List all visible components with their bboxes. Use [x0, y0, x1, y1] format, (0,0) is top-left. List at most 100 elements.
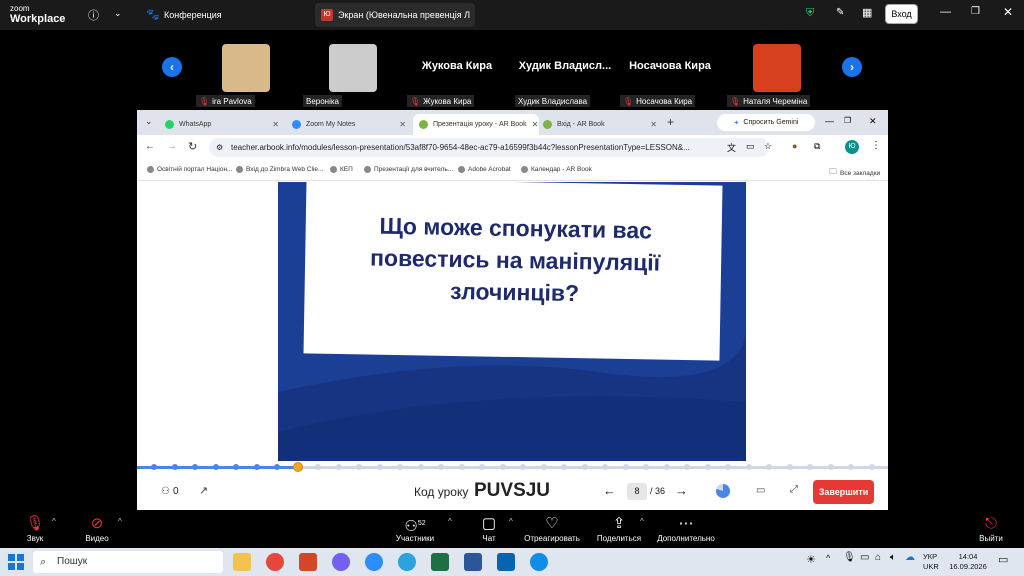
close-icon[interactable]: ✕: [869, 116, 877, 127]
file-explorer-icon[interactable]: [233, 553, 251, 571]
chevron-down-icon[interactable]: ⌄: [114, 8, 122, 19]
progress-step-dot[interactable]: [581, 464, 588, 470]
telegram-icon[interactable]: [398, 553, 416, 571]
progress-step-dot[interactable]: [622, 464, 629, 470]
tab-list-icon[interactable]: ⌄: [145, 116, 153, 127]
more-button[interactable]: ⋯ Дополнительно: [651, 514, 721, 543]
next-slide-icon[interactable]: →: [675, 483, 688, 498]
taskbar-search[interactable]: ⌕ Пошук: [33, 551, 223, 573]
progress-step-dot[interactable]: [766, 464, 772, 470]
progress-step-dot[interactable]: [479, 464, 485, 470]
audio-button[interactable]: 🎙︎ Звук: [0, 514, 70, 543]
notification-icon[interactable]: ▭: [998, 553, 1008, 566]
chrome-icon[interactable]: [266, 553, 284, 571]
language-indicator[interactable]: УКР UKR: [923, 552, 939, 572]
progress-step-dot[interactable]: [397, 464, 403, 470]
monitor-icon[interactable]: ▭: [756, 485, 765, 496]
bookmark-item[interactable]: Освітній портал Націон...: [147, 166, 232, 173]
restore-icon[interactable]: ❐: [844, 116, 851, 125]
tray-overflow-icon[interactable]: ^: [826, 553, 830, 563]
progress-step-dot[interactable]: [786, 464, 793, 470]
shield-icon[interactable]: ⛨: [806, 7, 814, 20]
progress-step-dot[interactable]: [643, 464, 649, 470]
close-tab-icon[interactable]: ✕: [399, 120, 406, 129]
browser-tab[interactable]: Презентація уроку - AR Book ✕: [413, 114, 539, 135]
video-caret-icon[interactable]: ^: [118, 517, 122, 526]
progress-step-dot[interactable]: [233, 464, 239, 470]
participant-tile[interactable]: Вероніка: [303, 42, 403, 107]
mic-icon[interactable]: 🎙︎: [843, 552, 856, 563]
back-icon[interactable]: ←: [145, 141, 155, 152]
progress-step-dot[interactable]: [499, 464, 506, 470]
progress-step-dot[interactable]: [725, 464, 731, 470]
signin-button[interactable]: Вход: [885, 4, 918, 24]
bookmark-item[interactable]: Календар - AR Book: [521, 166, 592, 173]
progress-step-dot[interactable]: [848, 464, 854, 470]
network-icon[interactable]: ⌂: [875, 552, 881, 563]
next-page-icon[interactable]: ›: [842, 57, 862, 77]
zoom-icon[interactable]: [365, 553, 383, 571]
minimize-icon[interactable]: —: [825, 116, 834, 126]
progress-step-dot[interactable]: [438, 464, 444, 470]
participant-tile[interactable]: Носачова Кира 🎙︎ Носачова Кира: [620, 42, 720, 107]
cast-icon[interactable]: ▭: [746, 141, 755, 152]
menu-icon[interactable]: ⋮: [871, 140, 881, 151]
progress-step-dot[interactable]: [520, 464, 526, 470]
react-button[interactable]: ♡ Отреагировать: [517, 514, 587, 543]
progress-step-dot[interactable]: [315, 464, 321, 470]
progress-step-dot[interactable]: [335, 464, 342, 470]
progress-step-dot[interactable]: [602, 464, 608, 470]
windows-start-icon[interactable]: [8, 554, 24, 570]
chat-button[interactable]: ▢ Чат: [454, 514, 524, 543]
word-icon[interactable]: [464, 553, 482, 571]
bookmark-item[interactable]: КЕП: [330, 166, 353, 173]
translate-icon[interactable]: 文: [727, 141, 736, 154]
participant-tile[interactable]: 🎙︎ ira Pavlova: [196, 42, 296, 107]
display-icon[interactable]: ▭: [860, 552, 869, 563]
browser-tab[interactable]: Вхід - AR Book ✕: [537, 114, 663, 135]
prev-slide-icon[interactable]: ←: [603, 483, 616, 498]
browser-tab[interactable]: Zoom My Notes ✕: [286, 114, 412, 135]
weather-icon[interactable]: ☀: [806, 553, 816, 566]
progress-step-dot[interactable]: [151, 464, 157, 470]
progress-step-dot[interactable]: [868, 464, 875, 470]
viber-icon[interactable]: [332, 553, 350, 571]
teamviewer-icon[interactable]: [530, 553, 548, 571]
progress-step-dot[interactable]: [253, 464, 260, 470]
url-field[interactable]: ⚙ teacher.arbook.info/modules/lesson-pre…: [209, 138, 769, 157]
volume-icon[interactable]: 🔈︎: [890, 552, 896, 563]
progress-step-dot[interactable]: [417, 464, 424, 470]
progress-step-dot[interactable]: [540, 464, 547, 470]
magic-icon[interactable]: ✎: [836, 7, 844, 18]
current-page[interactable]: 8: [627, 483, 647, 500]
reload-icon[interactable]: ↻: [188, 140, 197, 153]
participants-button[interactable]: ⚇52 Участники: [380, 514, 450, 543]
participant-tile[interactable]: Жукова Кира 🎙︎ Жукова Кира: [407, 42, 507, 107]
chat-caret-icon[interactable]: ^: [509, 517, 513, 526]
browser-tab[interactable]: WhatsApp ✕: [159, 114, 285, 135]
close-icon[interactable]: ✕: [1003, 5, 1013, 19]
trend-icon[interactable]: ↗: [199, 484, 208, 497]
conference-label[interactable]: Конференция: [164, 10, 222, 20]
finish-button[interactable]: Завершити: [813, 480, 874, 504]
progress-step-dot[interactable]: [356, 464, 362, 470]
powerpoint-icon[interactable]: [299, 553, 317, 571]
extension-cookie-icon[interactable]: ●: [792, 141, 797, 151]
progress-step-dot[interactable]: [376, 464, 383, 470]
share-caret-icon[interactable]: ^: [640, 517, 644, 526]
outlook-icon[interactable]: [497, 553, 515, 571]
bookmark-item[interactable]: Adobe Acrobat: [458, 166, 511, 173]
clock[interactable]: 14:04 16.09.2026: [948, 552, 988, 572]
cloud-icon[interactable]: ☁: [905, 552, 915, 563]
progress-step-dot[interactable]: [192, 464, 198, 470]
star-icon[interactable]: ☆: [764, 141, 772, 152]
prev-page-icon[interactable]: ‹: [162, 57, 182, 77]
gemini-button[interactable]: ✦ Спросить Gemini: [717, 114, 815, 131]
participant-tile[interactable]: 🎙︎ Наталя Череміна: [727, 42, 827, 107]
progress-step-dot[interactable]: [274, 464, 280, 470]
fullscreen-icon[interactable]: ⤢: [790, 484, 798, 495]
bookmark-item[interactable]: Презентації для вчитель...: [364, 166, 453, 173]
forward-icon[interactable]: →: [167, 141, 177, 152]
grid-icon[interactable]: ▦: [862, 6, 872, 19]
progress-step-dot[interactable]: [684, 464, 690, 470]
